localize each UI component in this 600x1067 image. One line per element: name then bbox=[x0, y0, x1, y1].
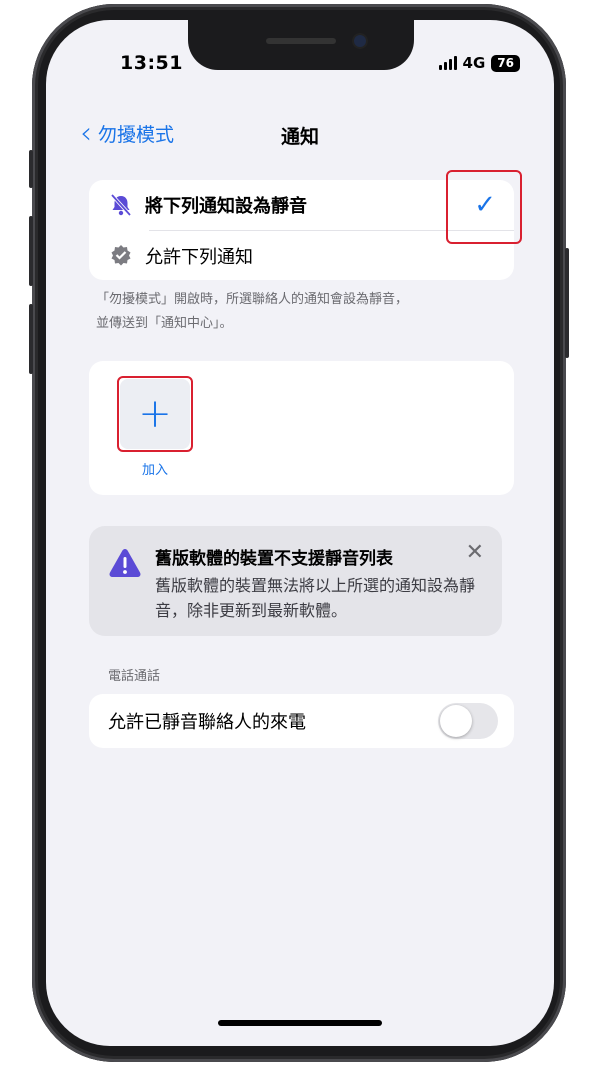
section-header-calls: 電話通話 bbox=[108, 669, 161, 684]
footnote-line-2: 並傳送到「通知中心」。 bbox=[96, 316, 233, 331]
notch bbox=[188, 20, 414, 70]
network-type: 4G bbox=[462, 54, 486, 72]
checkmark-seal-icon bbox=[111, 245, 131, 266]
speaker bbox=[266, 38, 336, 44]
silent-switch bbox=[29, 150, 33, 188]
warning-triangle-icon bbox=[109, 549, 141, 577]
banner-body: 舊版軟體的裝置無法將以上所選的通知設為靜音，除非更新到最新軟體。 bbox=[155, 576, 476, 620]
volume-up-button bbox=[29, 216, 33, 286]
toggle-knob bbox=[440, 705, 472, 737]
status-time: 13:51 bbox=[120, 52, 183, 74]
option-mute-label: 將下列通知設為靜音 bbox=[145, 196, 307, 217]
add-button-highlight bbox=[117, 376, 193, 452]
add-label: 加入 bbox=[141, 463, 168, 478]
mode-footnote: 「勿擾模式」開啟時，所選聯絡人的通知會設為靜音， 並傳送到「通知中心」。 bbox=[96, 288, 506, 336]
status-indicators: 4G 76 bbox=[438, 54, 520, 72]
allow-calls-toggle[interactable] bbox=[438, 703, 498, 739]
banner-title: 舊版軟體的裝置不支援靜音列表 bbox=[155, 549, 393, 569]
allow-calls-row: 允許已靜音聯絡人的來電 bbox=[89, 694, 514, 748]
battery-icon: 76 bbox=[491, 54, 520, 72]
allow-calls-label: 允許已靜音聯絡人的來電 bbox=[108, 712, 306, 733]
checkmark-highlight bbox=[446, 170, 522, 244]
footnote-line-1: 「勿擾模式」開啟時，所選聯絡人的通知會設為靜音， bbox=[96, 292, 409, 307]
close-icon[interactable]: ✕ bbox=[466, 540, 484, 565]
cellular-signal-icon bbox=[438, 56, 457, 70]
page-title: 通知 bbox=[280, 126, 319, 148]
option-allow-label: 允許下列通知 bbox=[145, 246, 253, 268]
power-button bbox=[565, 248, 569, 358]
warning-banner: 舊版軟體的裝置不支援靜音列表 舊版軟體的裝置無法將以上所選的通知設為靜音，除非更… bbox=[89, 526, 502, 636]
calls-card: 允許已靜音聯絡人的來電 bbox=[89, 694, 514, 748]
bell-slash-icon bbox=[110, 193, 132, 217]
screen: 13:51 4G 76 ‹ 勿擾模式 通知 將下列通知設為靜音 ✓ 允許下列通知… bbox=[46, 20, 554, 1046]
home-indicator[interactable] bbox=[218, 1020, 382, 1026]
volume-down-button bbox=[29, 304, 33, 374]
front-camera bbox=[354, 35, 366, 47]
